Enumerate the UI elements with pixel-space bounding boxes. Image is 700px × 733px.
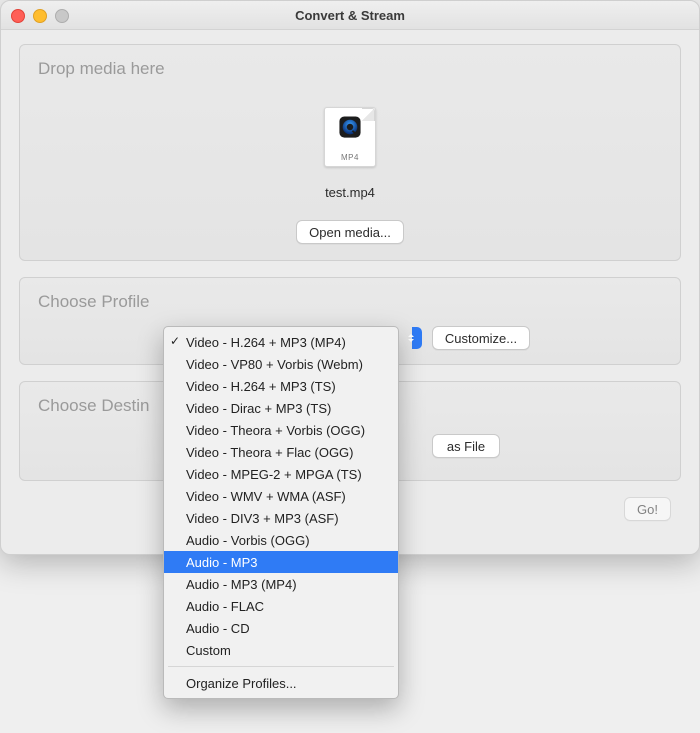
menu-item-label: Video - DIV3 + MP3 (ASF): [186, 511, 339, 526]
menu-item[interactable]: ✓ Video - H.264 + MP3 (MP4): [164, 331, 398, 353]
menu-separator: [168, 666, 394, 667]
menu-item-label: Audio - Vorbis (OGG): [186, 533, 310, 548]
updown-chevrons-icon: [408, 334, 414, 342]
menu-item-label: Video - H.264 + MP3 (TS): [186, 379, 336, 394]
menu-item[interactable]: Video - H.264 + MP3 (TS): [164, 375, 398, 397]
menu-item-label: Custom: [186, 643, 231, 658]
media-file-tile[interactable]: MP4: [324, 107, 376, 167]
menu-item[interactable]: Audio - Vorbis (OGG): [164, 529, 398, 551]
menu-item-label: Video - WMV + WMA (ASF): [186, 489, 346, 504]
menu-item[interactable]: Audio - CD: [164, 617, 398, 639]
go-button[interactable]: Go!: [624, 497, 671, 521]
menu-item-label: Video - Theora + Vorbis (OGG): [186, 423, 365, 438]
organize-profiles-item[interactable]: Organize Profiles...: [164, 672, 398, 694]
menu-item[interactable]: Audio - MP3 (MP4): [164, 573, 398, 595]
menu-item-label: Audio - CD: [186, 621, 250, 636]
menu-item[interactable]: Video - VP80 + Vorbis (Webm): [164, 353, 398, 375]
menu-item-label: Video - MPEG-2 + MPGA (TS): [186, 467, 362, 482]
menu-item-label: Video - Dirac + MP3 (TS): [186, 401, 331, 416]
drop-area[interactable]: MP4 test.mp4 Open media...: [34, 89, 666, 244]
choose-profile-heading: Choose Profile: [38, 292, 666, 312]
menu-item[interactable]: Audio - MP3: [164, 551, 398, 573]
file-ext-badge: MP4: [341, 153, 359, 162]
menu-item[interactable]: Video - Theora + Vorbis (OGG): [164, 419, 398, 441]
drop-media-section: Drop media here: [19, 44, 681, 261]
menu-item-label: Video - H.264 + MP3 (MP4): [186, 335, 346, 350]
menu-item[interactable]: Video - WMV + WMA (ASF): [164, 485, 398, 507]
save-as-file-button[interactable]: as File: [432, 434, 500, 458]
profile-dropdown-menu[interactable]: ✓ Video - H.264 + MP3 (MP4) Video - VP80…: [163, 326, 399, 699]
menu-item[interactable]: Video - MPEG-2 + MPGA (TS): [164, 463, 398, 485]
menu-item[interactable]: Video - Dirac + MP3 (TS): [164, 397, 398, 419]
close-icon[interactable]: [11, 9, 25, 23]
open-media-button[interactable]: Open media...: [296, 220, 404, 244]
window-controls: [11, 9, 69, 23]
menu-item[interactable]: Video - DIV3 + MP3 (ASF): [164, 507, 398, 529]
menu-item-label: Audio - FLAC: [186, 599, 264, 614]
menu-item-label: Audio - MP3 (MP4): [186, 577, 297, 592]
menu-item-label: Video - Theora + Flac (OGG): [186, 445, 354, 460]
titlebar: Convert & Stream: [1, 1, 699, 30]
quicktime-icon: [337, 114, 363, 140]
menu-item[interactable]: Custom: [164, 639, 398, 661]
window-title: Convert & Stream: [1, 8, 699, 23]
menu-item-label: Video - VP80 + Vorbis (Webm): [186, 357, 363, 372]
menu-item[interactable]: Video - Theora + Flac (OGG): [164, 441, 398, 463]
minimize-icon[interactable]: [33, 9, 47, 23]
drop-media-heading: Drop media here: [38, 59, 666, 79]
customize-button[interactable]: Customize...: [432, 326, 530, 350]
zoom-icon[interactable]: [55, 9, 69, 23]
menu-item-label: Audio - MP3: [186, 555, 258, 570]
menu-item-label: Organize Profiles...: [186, 676, 297, 691]
menu-item[interactable]: Audio - FLAC: [164, 595, 398, 617]
profile-select[interactable]: [412, 327, 422, 349]
checkmark-icon: ✓: [170, 334, 180, 348]
media-filename: test.mp4: [325, 185, 375, 200]
